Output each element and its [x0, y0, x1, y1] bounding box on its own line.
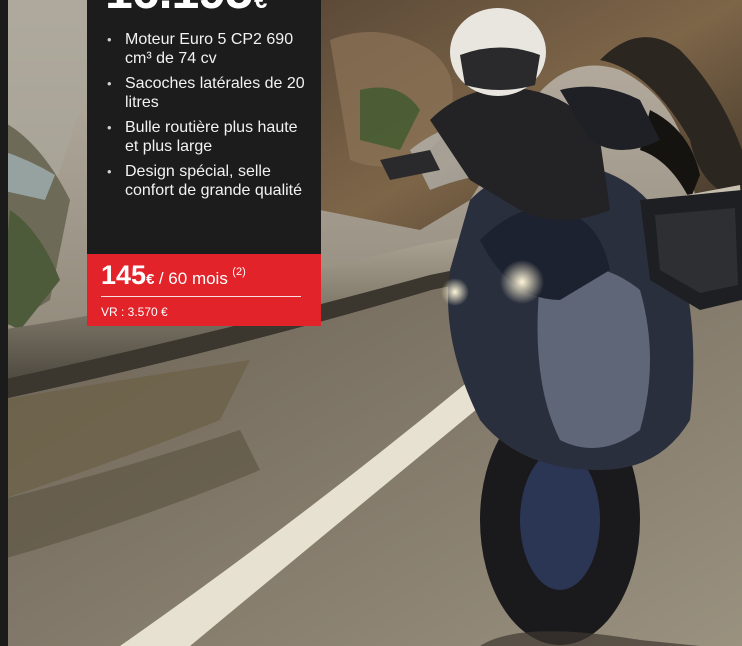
price-currency: € [253, 0, 267, 14]
monthly-currency: € [146, 271, 155, 288]
footnote-marker: (2) [232, 266, 246, 278]
price-headline: 16.195€ [105, 0, 267, 26]
monthly-amount: 145 [101, 260, 147, 290]
offer-divider [101, 296, 301, 297]
financing-offer: 145€ / 60 mois (2) VR : 3.570 € [87, 254, 321, 326]
monthly-period: / 60 mois [158, 269, 228, 288]
feature-list: Moteur Euro 5 CP2 690 cm³ de 74 cv Sacoc… [105, 30, 310, 206]
residual-value: VR : 3.570 € [101, 305, 168, 319]
price-value: 16.195 [105, 0, 253, 19]
feature-item: Design spécial, selle confort de grande … [105, 162, 310, 200]
photo-left-edge [0, 0, 8, 646]
promo-card: 16.195€ Moteur Euro 5 CP2 690 cm³ de 74 … [87, 0, 321, 326]
feature-item: Moteur Euro 5 CP2 690 cm³ de 74 cv [105, 30, 310, 68]
feature-item: Bulle routière plus haute et plus large [105, 118, 310, 156]
feature-item: Sacoches latérales de 20 litres [105, 74, 310, 112]
monthly-payment: 145€ / 60 mois (2) [101, 260, 246, 290]
